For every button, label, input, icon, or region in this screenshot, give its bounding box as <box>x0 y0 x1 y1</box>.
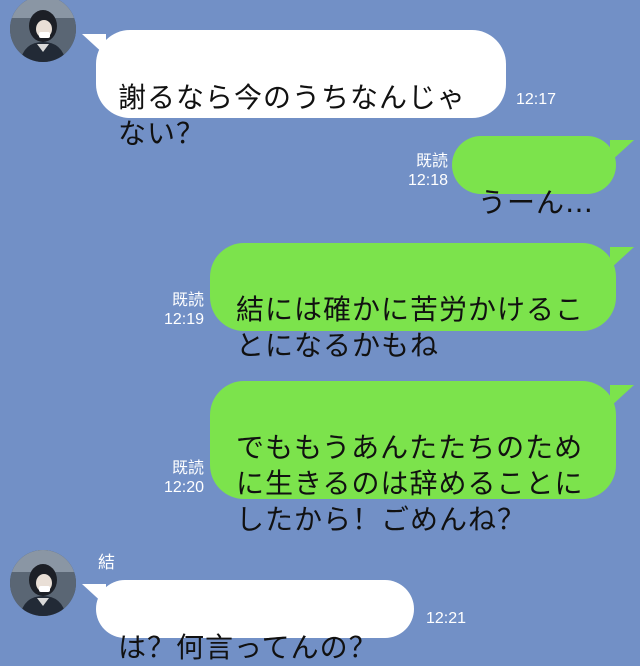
message-bubble-outgoing[interactable]: 結には確かに苦労かけるこ とになるかもね <box>210 243 616 362</box>
message-bubble-outgoing[interactable]: うーん… <box>452 136 616 219</box>
message-meta: 既読 12:20 <box>164 459 204 497</box>
message-bubble-outgoing[interactable]: でももうあんたたちのため に生きるのは辞めることに したから！ごめんね？ <box>210 381 616 536</box>
message-meta: 12:17 <box>516 90 556 109</box>
message-meta: 既読 12:19 <box>164 291 204 329</box>
message-bubble-incoming[interactable]: は？何言ってんの？ <box>96 580 414 664</box>
avatar-photo-icon <box>10 0 76 62</box>
message-text: うーん… <box>478 186 595 219</box>
bubble-tail <box>610 385 634 407</box>
read-receipt: 既読 <box>171 460 204 477</box>
message-time: 12:20 <box>163 479 204 496</box>
message-text: 謝るなら今のうちなんじゃ ない？ <box>118 81 467 150</box>
read-receipt: 既読 <box>171 292 204 309</box>
bubble-tail <box>610 247 634 269</box>
bubble-tail <box>82 34 106 56</box>
message-meta: 既読 12:18 <box>408 152 448 190</box>
bubble-tail <box>82 584 106 606</box>
avatar[interactable] <box>10 0 76 62</box>
sender-name: 結 <box>98 553 115 573</box>
message-meta: 12:21 <box>426 609 466 628</box>
message-time: 12:17 <box>516 91 557 108</box>
message-bubble-incoming[interactable]: 謝るなら今のうちなんじゃ ない？ <box>96 30 506 150</box>
message-text: は？何言ってんの？ <box>118 631 378 664</box>
avatar[interactable] <box>10 550 76 616</box>
message-text: でももうあんたたちのため に生きるのは辞めることに したから！ごめんね？ <box>236 431 584 536</box>
chat-view: 謝るなら今のうちなんじゃ ない？ 12:17 既読 12:18 うーん… 既読 … <box>0 0 640 664</box>
message-time: 12:18 <box>407 172 448 189</box>
read-receipt: 既読 <box>415 153 448 170</box>
message-time: 12:21 <box>426 610 467 627</box>
message-text: 結には確かに苦労かけるこ とになるかもね <box>236 293 585 362</box>
bubble-tail <box>610 140 634 162</box>
avatar-photo-icon <box>10 550 76 616</box>
message-time: 12:19 <box>163 311 204 328</box>
